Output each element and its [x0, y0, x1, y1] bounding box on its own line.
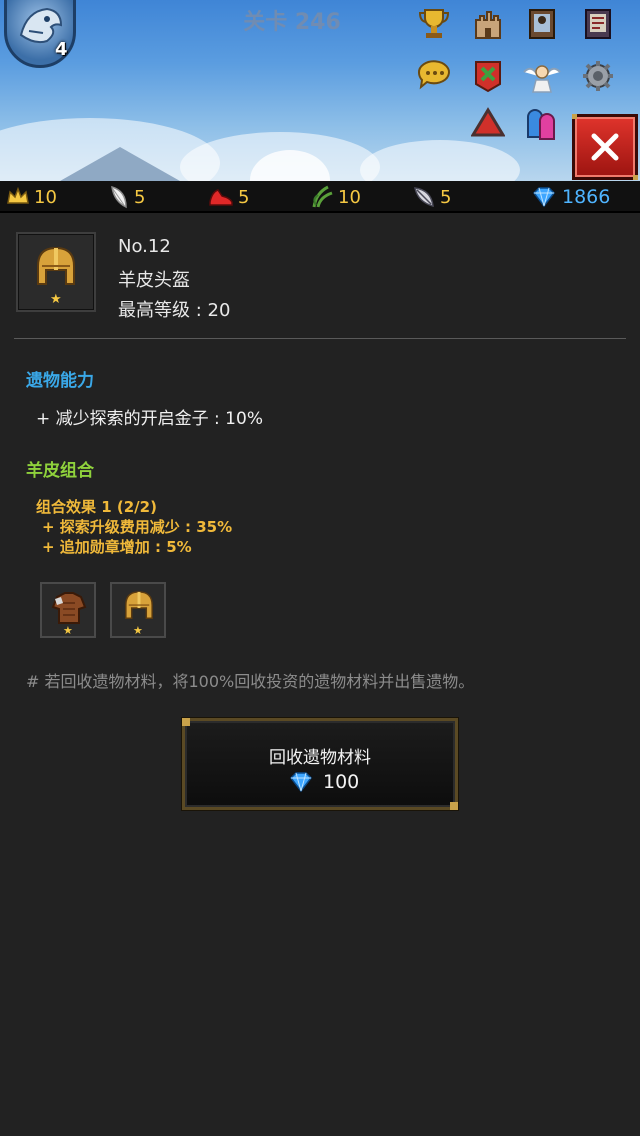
set-effect-line: + 探索升级费用减少 : 35% [42, 518, 233, 536]
angel-icon[interactable] [520, 54, 564, 98]
diamond-icon [290, 772, 312, 793]
ability-section-title: 遗物能力 [26, 371, 94, 391]
divider [14, 338, 626, 339]
recycle-cost: 100 [289, 771, 359, 793]
star-icon: ★ [133, 624, 143, 637]
resource-bar: 10 5 5 10 5 1866 [0, 181, 640, 213]
companions-icon[interactable] [520, 100, 564, 144]
feather-icon [111, 185, 127, 209]
corner-ornament [182, 718, 190, 726]
set-item-leather-armor[interactable]: ★ [40, 582, 96, 638]
dark-feather-icon [414, 187, 434, 208]
resource-green-herb: 10 [310, 181, 361, 213]
close-button[interactable] [572, 114, 638, 180]
set-effect-title: 组合效果 1 (2/2) [36, 498, 157, 516]
golden-helmet-icon [125, 591, 153, 619]
resource-diamond: 1866 [532, 181, 610, 213]
recycle-note: # 若回收遗物材料，将100%回收投资的遗物材料并出售遗物。 [26, 672, 475, 691]
resource-crown: 10 [6, 181, 57, 213]
resource-value: 5 [440, 186, 452, 208]
diamond-icon [533, 187, 555, 208]
golden-helmet-icon [37, 246, 75, 285]
resource-value: 10 [338, 186, 361, 208]
set-effect-line: + 追加勋章增加 : 5% [42, 538, 192, 556]
recycle-materials-button[interactable]: 回收遗物材料 100 [181, 717, 459, 811]
resource-red-shoe: 5 [208, 181, 249, 213]
diamond-value: 1866 [562, 186, 611, 208]
game-scene-background: 4 关卡 246 [0, 0, 640, 181]
resource-value: 10 [34, 186, 57, 208]
star-icon: ★ [50, 292, 62, 307]
corner-ornament [450, 802, 458, 810]
item-number: No.12 [118, 236, 171, 257]
set-item-leather-helmet[interactable]: ★ [110, 582, 166, 638]
resource-value: 5 [134, 186, 146, 208]
gear-icon[interactable] [576, 54, 620, 98]
chat-icon[interactable] [412, 54, 456, 98]
item-max-level: 最高等级 : 20 [118, 300, 231, 321]
recycle-cost-value: 100 [323, 771, 360, 793]
warning-triangle-icon[interactable] [466, 100, 510, 144]
red-shoe-icon [209, 189, 233, 206]
crown-icon [7, 187, 29, 204]
resource-value: 5 [238, 186, 250, 208]
resource-dark-feather: 5 [412, 181, 451, 213]
trophy-icon[interactable] [412, 2, 456, 46]
castle-icon[interactable] [466, 2, 510, 46]
codex-book-icon[interactable] [576, 2, 620, 46]
portrait-book-icon[interactable] [520, 2, 564, 46]
resource-feather: 5 [108, 181, 145, 213]
item-slot: ★ [16, 232, 96, 312]
close-icon [591, 133, 619, 161]
player-level: 4 [55, 39, 68, 60]
star-icon: ★ [63, 624, 73, 637]
item-name: 羊皮头盔 [118, 270, 190, 291]
battle-flag-icon[interactable] [466, 54, 510, 98]
set-section-title: 羊皮组合 [26, 461, 94, 481]
green-herb-icon [312, 185, 333, 208]
recycle-button-label: 回收遗物材料 [269, 748, 371, 768]
ability-line: + 减少探索的开启金子 : 10% [36, 409, 263, 429]
leather-armor-icon [51, 592, 87, 624]
